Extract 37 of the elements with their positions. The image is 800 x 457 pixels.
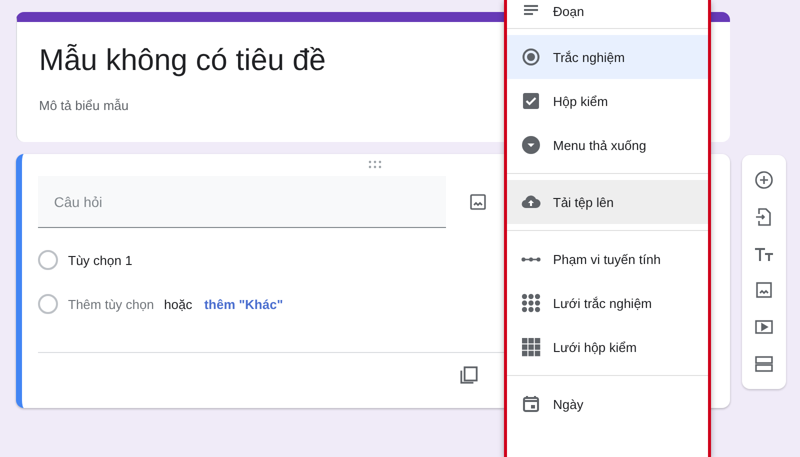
linear-scale-icon [521, 256, 541, 262]
menu-item[interactable]: Lưới hộp kiểm [507, 325, 708, 369]
separator-text: hoặc [164, 296, 192, 312]
radio-icon [521, 47, 541, 67]
dot-grid-icon [521, 293, 541, 313]
square-grid-icon [521, 337, 541, 357]
menu-item-label: Trắc nghiệm [553, 50, 625, 64]
dropdown-icon [521, 135, 541, 155]
question-field[interactable]: Câu hỏi [38, 176, 446, 228]
menu-item[interactable]: Hộp kiểm [507, 79, 708, 123]
menu-item-label: Ngày [553, 396, 584, 412]
menu-item[interactable]: Đoạn [507, 0, 708, 22]
checkbox-icon [521, 91, 541, 111]
option-label: Tùy chọn 1 [68, 252, 132, 268]
menu-item[interactable]: Tải tệp lên [507, 180, 708, 224]
menu-item-label: Menu thả xuống [553, 138, 646, 152]
radio-circle [38, 294, 58, 314]
menu-item-label: Đoạn [553, 4, 584, 18]
radio-circle[interactable] [38, 250, 58, 270]
add-other-link[interactable]: thêm "Khác" [204, 296, 283, 312]
menu-item[interactable]: Phạm vi tuyến tính [507, 237, 708, 281]
calendar-icon [521, 394, 541, 414]
drag-handle-icon[interactable] [368, 160, 382, 170]
menu-item-label: Phạm vi tuyến tính [553, 252, 661, 266]
menu-item[interactable]: Lưới trắc nghiệm [507, 281, 708, 325]
add-option-text[interactable]: Thêm tùy chọn [68, 296, 154, 312]
menu-item-label: Tải tệp lên [553, 194, 614, 210]
image-icon[interactable] [468, 192, 488, 212]
menu-item[interactable]: Trắc nghiệm [507, 35, 708, 79]
menu-item[interactable]: Ngày [507, 382, 708, 426]
copy-icon[interactable] [458, 364, 480, 386]
menu-item-label: Hộp kiểm [553, 94, 608, 108]
menu-item[interactable]: Menu thả xuống [507, 123, 708, 167]
form-title: Mẫu không có tiêu đề [39, 44, 326, 78]
menu-item-label: Lưới hộp kiểm [553, 340, 637, 354]
form-description: Mô tả biểu mẫu [39, 98, 129, 113]
menu-item-label: Lưới trắc nghiệm [553, 296, 652, 310]
